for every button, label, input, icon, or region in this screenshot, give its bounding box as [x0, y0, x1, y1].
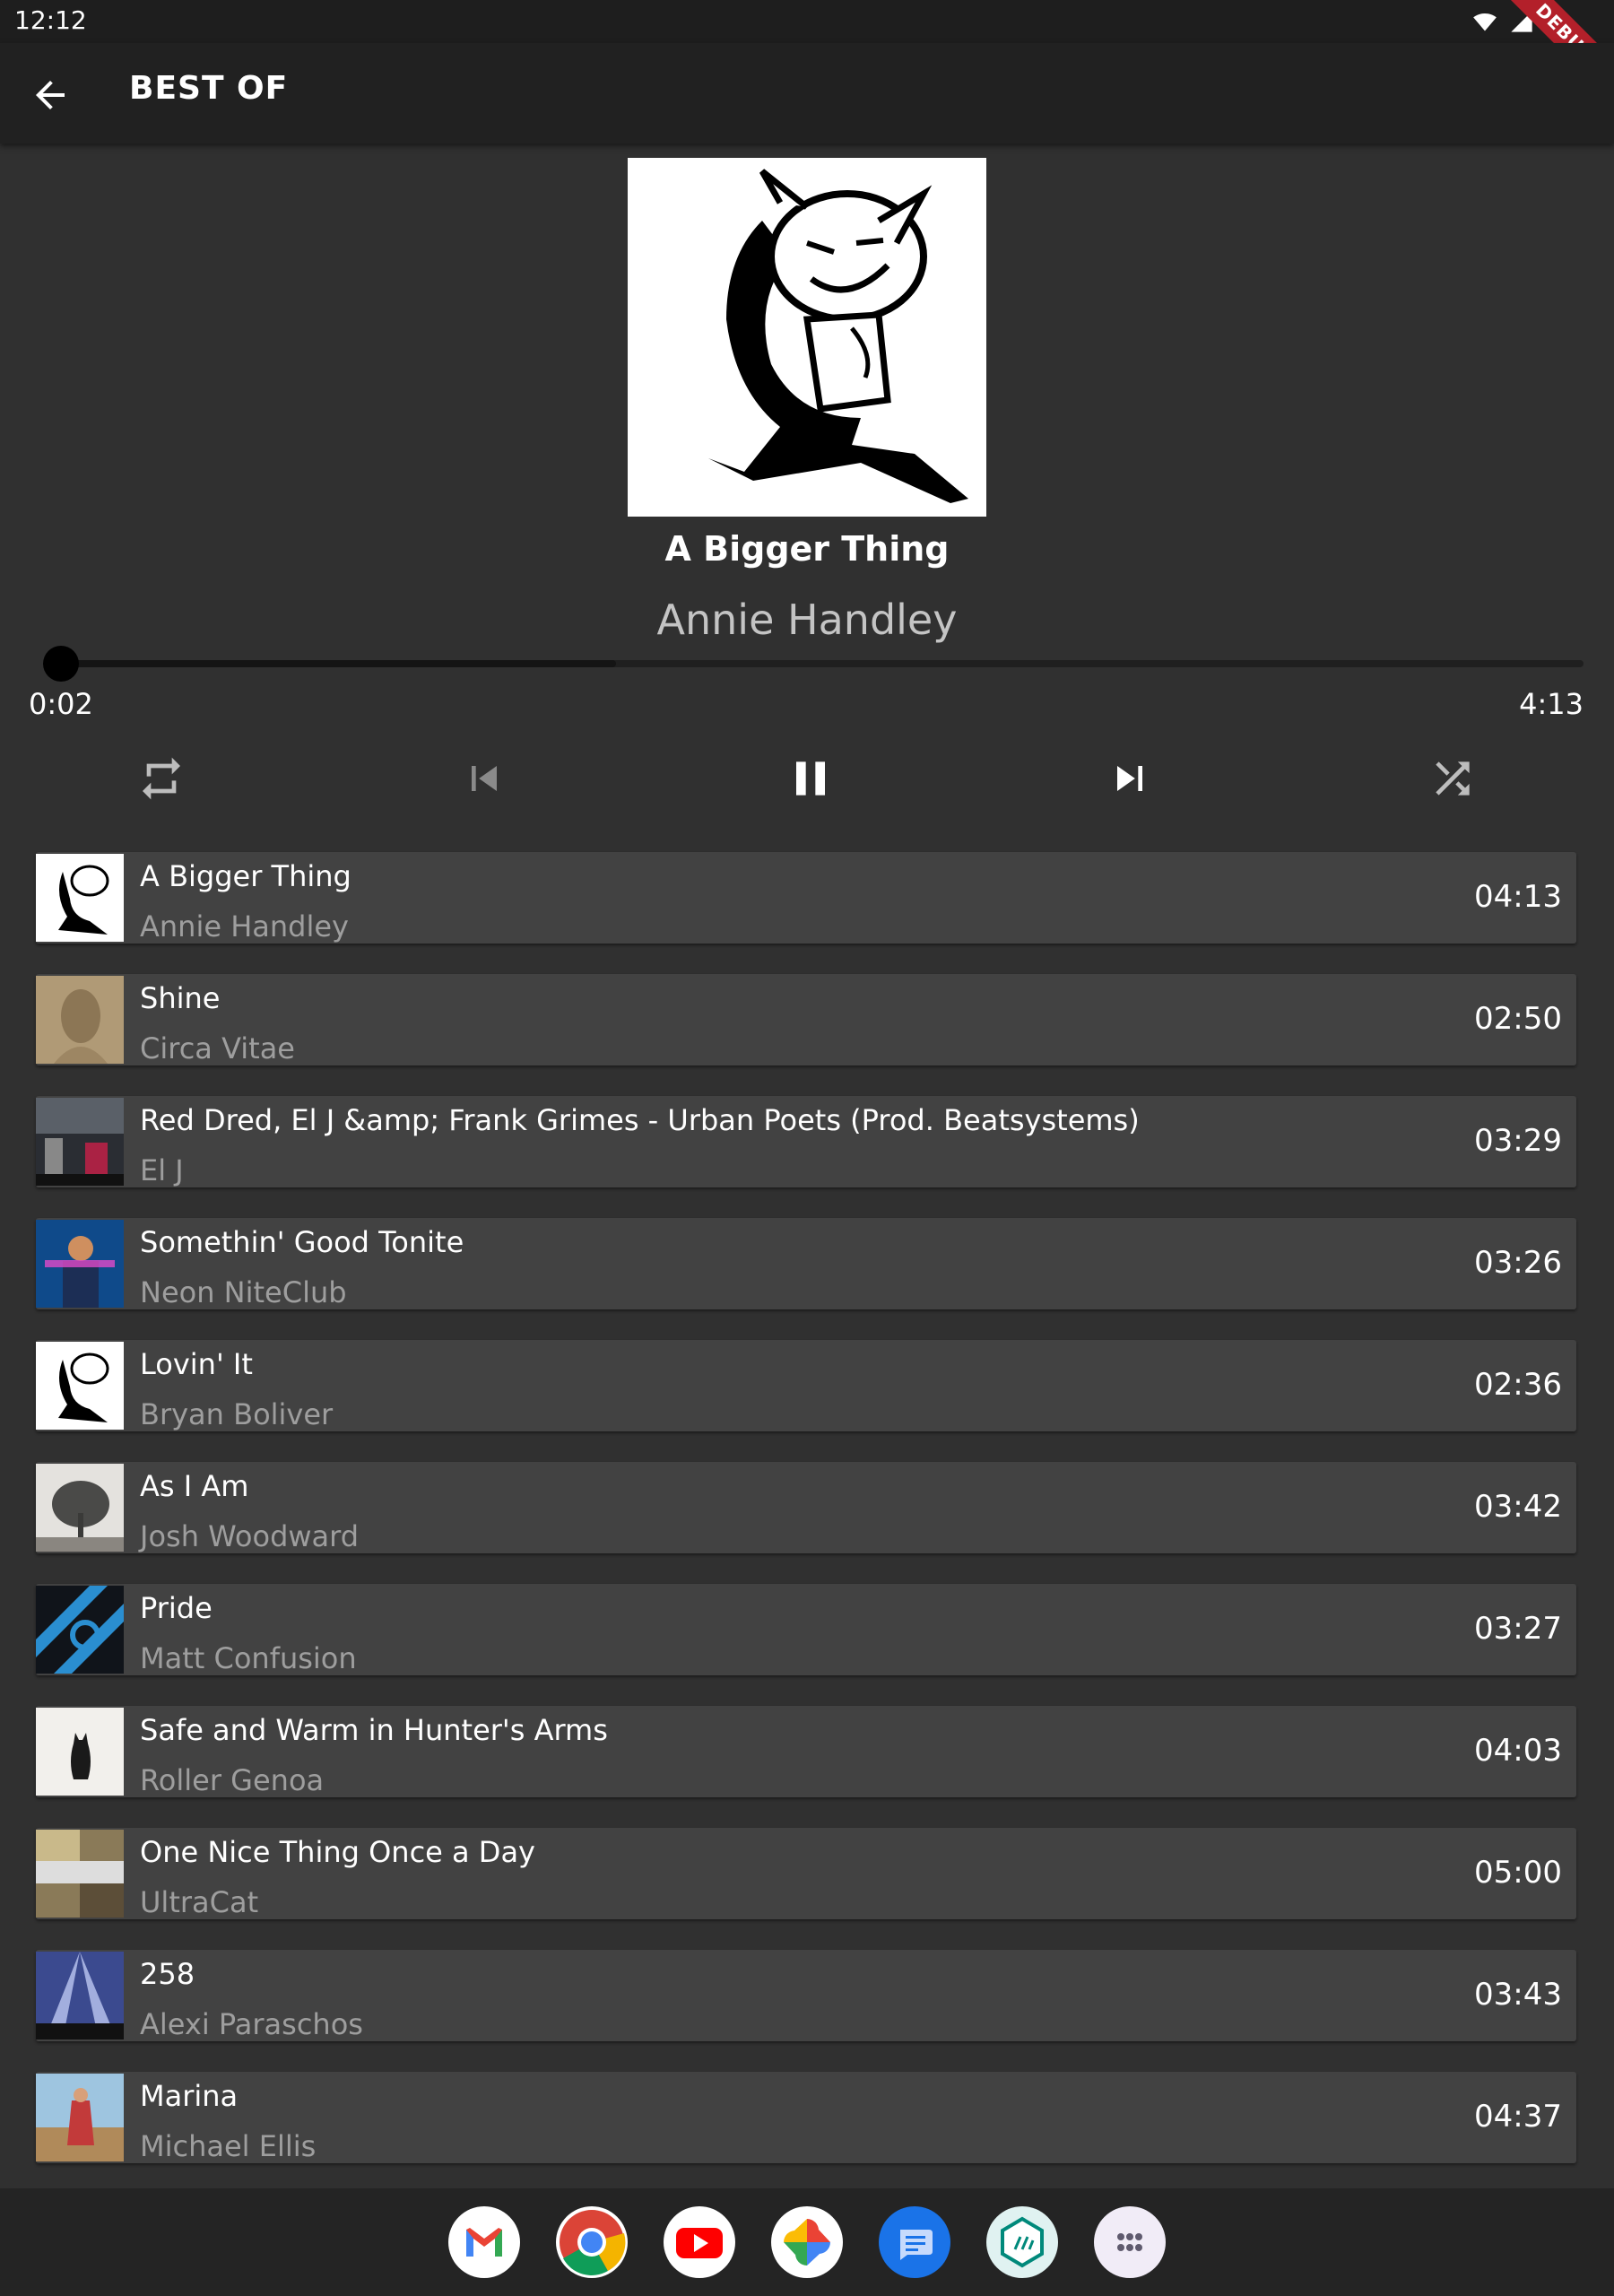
track-artist: El J — [140, 1153, 184, 1187]
track-thumbnail — [36, 1830, 124, 1918]
progress-track[interactable] — [48, 660, 1584, 667]
skip-previous-icon[interactable] — [459, 753, 509, 804]
track-list: A Bigger Thing Annie Handley 04:13 Shine… — [36, 852, 1576, 2194]
track-artist: Josh Woodward — [140, 1519, 360, 1553]
now-playing-title: A Bigger Thing — [664, 529, 950, 569]
track-title: Red Dred, El J &amp; Frank Grimes - Urba… — [140, 1103, 1140, 1137]
track-artist: Roller Genoa — [140, 1763, 325, 1797]
repeat-icon[interactable] — [136, 753, 187, 804]
gmail-icon[interactable] — [448, 2206, 520, 2278]
track-item[interactable]: One Nice Thing Once a Day UltraCat 05:00 — [36, 1828, 1576, 1919]
track-thumbnail — [36, 1464, 124, 1552]
track-title: Shine — [140, 981, 221, 1015]
track-artist: Annie Handley — [140, 909, 349, 944]
track-item[interactable]: As I Am Josh Woodward 03:42 — [36, 1462, 1576, 1553]
time-total: 4:13 — [1519, 687, 1584, 721]
track-artist: UltraCat — [140, 1885, 259, 1919]
skip-next-icon[interactable] — [1105, 753, 1155, 804]
track-item[interactable]: Marina Michael Ellis 04:37 — [36, 2072, 1576, 2163]
track-thumbnail — [36, 854, 124, 942]
track-item[interactable]: Somethin' Good Tonite Neon NiteClub 03:2… — [36, 1218, 1576, 1309]
messages-icon[interactable] — [879, 2206, 950, 2278]
page-title: BEST OF — [129, 70, 289, 107]
track-item[interactable]: Pride Matt Confusion 03:27 — [36, 1584, 1576, 1675]
track-title: As I Am — [140, 1469, 249, 1503]
album-art — [628, 158, 986, 517]
track-artist: Michael Ellis — [140, 2129, 317, 2163]
wifi-icon — [1472, 13, 1497, 31]
track-thumbnail — [36, 1952, 124, 2039]
launcher-dock — [0, 2188, 1614, 2296]
youtube-icon[interactable] — [664, 2206, 735, 2278]
track-thumbnail — [36, 2074, 124, 2161]
track-duration: 02:36 — [1474, 1367, 1562, 1403]
track-artist: Neon NiteClub — [140, 1275, 347, 1309]
files-icon[interactable] — [986, 2206, 1058, 2278]
track-title: A Bigger Thing — [140, 859, 351, 893]
track-duration: 03:26 — [1474, 1245, 1562, 1281]
track-duration: 03:43 — [1474, 1977, 1562, 2013]
track-artist: Circa Vitae — [140, 1031, 295, 1065]
track-title: Lovin' It — [140, 1347, 253, 1381]
track-item[interactable]: Shine Circa Vitae 02:50 — [36, 974, 1576, 1065]
track-duration: 03:42 — [1474, 1489, 1562, 1525]
track-title: 258 — [140, 1957, 195, 1991]
track-duration: 03:29 — [1474, 1123, 1562, 1159]
track-item[interactable]: 258 Alexi Paraschos 03:43 — [36, 1950, 1576, 2041]
track-duration: 03:27 — [1474, 1611, 1562, 1647]
track-artist: Bryan Boliver — [140, 1397, 334, 1431]
track-artist: Matt Confusion — [140, 1641, 357, 1675]
shuffle-icon[interactable] — [1427, 753, 1478, 804]
track-thumbnail — [36, 1098, 124, 1186]
app-drawer-icon[interactable] — [1094, 2206, 1166, 2278]
track-duration: 05:00 — [1474, 1855, 1562, 1891]
pause-icon[interactable] — [782, 750, 839, 807]
photos-icon[interactable] — [771, 2206, 843, 2278]
status-bar: 12:12 DEBUG — [0, 0, 1614, 108]
track-title: Pride — [140, 1591, 213, 1625]
track-title: One Nice Thing Once a Day — [140, 1835, 535, 1869]
track-item[interactable]: Lovin' It Bryan Boliver 02:36 — [36, 1340, 1576, 1431]
track-thumbnail — [36, 1342, 124, 1430]
album-art-illustration — [628, 158, 986, 517]
track-thumbnail — [36, 1708, 124, 1796]
app-bar: BEST OF — [0, 43, 1614, 144]
track-item[interactable]: Safe and Warm in Hunter's Arms Roller Ge… — [36, 1706, 1576, 1797]
track-title: Marina — [140, 2079, 239, 2113]
track-duration: 04:13 — [1474, 879, 1562, 915]
track-item[interactable]: Red Dred, El J &amp; Frank Grimes - Urba… — [36, 1096, 1576, 1187]
track-item[interactable]: A Bigger Thing Annie Handley 04:13 — [36, 852, 1576, 944]
time-elapsed: 0:02 — [29, 687, 93, 721]
track-duration: 04:03 — [1474, 1733, 1562, 1769]
back-arrow-icon[interactable] — [29, 74, 72, 117]
track-thumbnail — [36, 1586, 124, 1674]
track-thumbnail — [36, 1220, 124, 1308]
progress-buffer — [48, 660, 616, 667]
chrome-icon[interactable] — [556, 2206, 628, 2278]
track-duration: 04:37 — [1474, 2099, 1562, 2135]
track-title: Somethin' Good Tonite — [140, 1225, 464, 1259]
progress-thumb[interactable] — [43, 646, 79, 682]
track-thumbnail — [36, 976, 124, 1064]
now-playing-artist: Annie Handley — [656, 596, 958, 644]
track-artist: Alexi Paraschos — [140, 2007, 363, 2041]
status-time: 12:12 — [14, 5, 87, 35]
track-duration: 02:50 — [1474, 1001, 1562, 1037]
track-title: Safe and Warm in Hunter's Arms — [140, 1713, 608, 1747]
